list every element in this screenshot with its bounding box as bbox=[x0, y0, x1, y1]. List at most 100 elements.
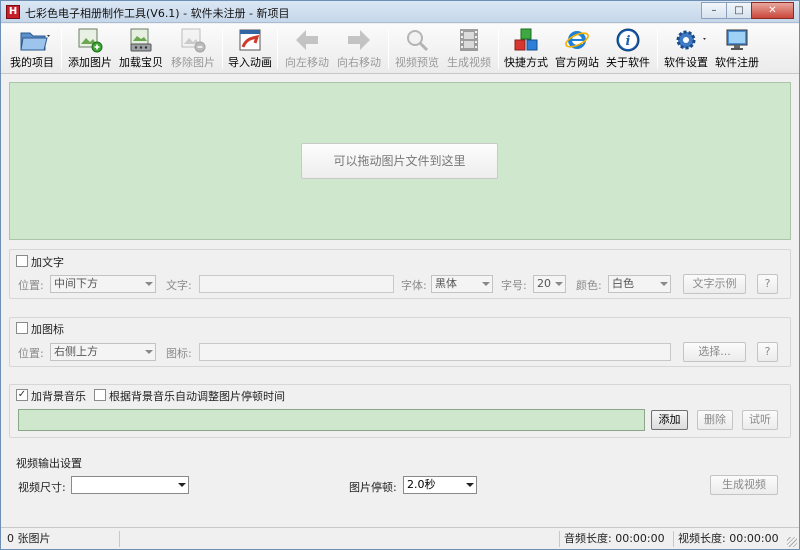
load-treasure-icon bbox=[128, 27, 154, 53]
folder-icon bbox=[19, 27, 50, 53]
font-size-select[interactable]: 20 bbox=[533, 275, 566, 293]
import-animation-label: 导入动画 bbox=[228, 56, 272, 69]
toolbar-separator bbox=[222, 29, 223, 69]
shortcut-button[interactable]: 快捷方式 bbox=[503, 27, 549, 73]
chevron-down-icon bbox=[555, 282, 563, 286]
settings-label: 软件设置 bbox=[664, 56, 708, 69]
app-icon[interactable]: H bbox=[6, 5, 20, 19]
color-select[interactable]: 白色 bbox=[608, 275, 671, 293]
icon-path-label: 图标: bbox=[166, 347, 192, 360]
icon-help-button[interactable]: ? bbox=[757, 342, 778, 362]
app-window: H 七彩色电子相册制作工具(V6.1) - 软件未注册 - 新项目 – □ ✕ … bbox=[0, 0, 800, 550]
add-icon-label: 加图标 bbox=[31, 323, 64, 336]
drop-hint-button[interactable]: 可以拖动图片文件到这里 bbox=[301, 143, 498, 179]
gear-icon bbox=[673, 27, 706, 53]
chevron-down-icon bbox=[145, 282, 153, 286]
toolbar-separator bbox=[388, 29, 389, 69]
icon-position-label: 位置: bbox=[18, 347, 44, 360]
image-count-status: 0 张图片 bbox=[7, 532, 51, 545]
official-site-button[interactable]: 官方网站 bbox=[554, 27, 600, 73]
text-position-label: 位置: bbox=[18, 279, 44, 292]
svg-text:i: i bbox=[626, 34, 631, 49]
auto-adjust-label: 根据背景音乐自动调整图片停顿时间 bbox=[109, 390, 285, 403]
maximize-button[interactable]: □ bbox=[726, 2, 752, 19]
window-title: 七彩色电子相册制作工具(V6.1) - 软件未注册 - 新项目 bbox=[25, 7, 290, 20]
shortcut-label: 快捷方式 bbox=[504, 56, 548, 69]
text-position-select[interactable]: 中间下方 bbox=[50, 275, 156, 293]
official-site-label: 官方网站 bbox=[555, 56, 599, 69]
add-text-label: 加文字 bbox=[31, 256, 64, 269]
register-label: 软件注册 bbox=[715, 56, 759, 69]
toolbar-separator bbox=[657, 29, 658, 69]
generate-video-toolbar-label: 生成视频 bbox=[447, 56, 491, 69]
font-select[interactable]: 黑体 bbox=[431, 275, 493, 293]
add-music-button[interactable]: 添加 bbox=[651, 410, 688, 430]
remove-image-label: 移除图片 bbox=[171, 56, 215, 69]
about-button[interactable]: i 关于软件 bbox=[605, 27, 651, 73]
image-pause-label: 图片停顿: bbox=[349, 481, 397, 494]
color-label: 颜色: bbox=[576, 279, 602, 292]
listen-music-button[interactable]: 试听 bbox=[742, 410, 778, 430]
move-left-button[interactable]: 向左移动 bbox=[283, 27, 331, 73]
window-controls: – □ ✕ bbox=[701, 2, 794, 19]
add-image-label: 添加图片 bbox=[68, 56, 112, 69]
my-project-button[interactable]: 我的项目 bbox=[7, 27, 57, 73]
toolbar-separator bbox=[61, 29, 62, 69]
font-size-label: 字号: bbox=[501, 279, 527, 292]
minimize-button[interactable]: – bbox=[701, 2, 727, 19]
text-content-input[interactable] bbox=[199, 275, 394, 293]
font-size-value: 20 bbox=[537, 277, 551, 290]
add-image-button[interactable]: 添加图片 bbox=[67, 27, 113, 73]
arrow-left-icon bbox=[294, 27, 320, 53]
video-size-label: 视频尺寸: bbox=[18, 481, 66, 494]
toolbar-separator bbox=[498, 29, 499, 69]
status-spacer bbox=[119, 531, 559, 547]
icon-position-select[interactable]: 右侧上方 bbox=[50, 343, 156, 361]
settings-button[interactable]: 软件设置 bbox=[662, 27, 710, 73]
output-settings-title: 视频输出设置 bbox=[16, 457, 82, 470]
image-pause-select[interactable]: 2.0秒 bbox=[403, 476, 477, 494]
add-image-icon bbox=[77, 27, 103, 53]
text-position-value: 中间下方 bbox=[54, 277, 98, 290]
chevron-down-icon bbox=[482, 282, 490, 286]
icon-select-button[interactable]: 选择... bbox=[683, 342, 746, 362]
generate-video-toolbar-button[interactable]: 生成视频 bbox=[445, 27, 493, 73]
auto-adjust-checkbox[interactable] bbox=[94, 389, 106, 401]
my-project-label: 我的项目 bbox=[10, 56, 54, 69]
text-sample-button[interactable]: 文字示例 bbox=[683, 274, 746, 294]
film-icon bbox=[456, 27, 482, 53]
load-treasure-button[interactable]: 加载宝贝 bbox=[117, 27, 165, 73]
remove-image-button[interactable]: 移除图片 bbox=[169, 27, 217, 73]
monitor-icon bbox=[724, 27, 750, 53]
text-help-button[interactable]: ? bbox=[757, 274, 778, 294]
video-size-select[interactable] bbox=[71, 476, 189, 494]
status-bar: 0 张图片 音频长度: 00:00:00 视频长度: 00:00:00 bbox=[1, 527, 799, 549]
bg-music-checkbox[interactable]: ✓ bbox=[16, 389, 28, 401]
toolbar: 我的项目 添加图片 加载宝贝 移除图片 导入动画 向左移动 向右移动 视频预览 … bbox=[1, 24, 799, 74]
ie-browser-icon bbox=[564, 27, 590, 53]
add-text-checkbox[interactable] bbox=[16, 255, 28, 267]
video-preview-button[interactable]: 视频预览 bbox=[393, 27, 441, 73]
icon-position-value: 右侧上方 bbox=[54, 345, 98, 358]
move-left-label: 向左移动 bbox=[285, 56, 329, 69]
music-file-input[interactable] bbox=[18, 409, 645, 431]
cubes-icon bbox=[513, 27, 539, 53]
register-button[interactable]: 软件注册 bbox=[714, 27, 760, 73]
load-treasure-label: 加载宝贝 bbox=[119, 56, 163, 69]
font-label: 字体: bbox=[401, 279, 427, 292]
resize-grip-icon[interactable] bbox=[787, 537, 797, 547]
arrow-right-icon bbox=[346, 27, 372, 53]
close-button[interactable]: ✕ bbox=[751, 2, 794, 19]
add-icon-checkbox[interactable] bbox=[16, 322, 28, 334]
icon-path-input[interactable] bbox=[199, 343, 671, 361]
delete-music-button[interactable]: 删除 bbox=[697, 410, 733, 430]
generate-video-button[interactable]: 生成视频 bbox=[710, 475, 778, 495]
title-bar[interactable]: H 七彩色电子相册制作工具(V6.1) - 软件未注册 - 新项目 – □ ✕ bbox=[1, 1, 799, 23]
info-icon: i bbox=[615, 27, 641, 53]
image-pause-value: 2.0秒 bbox=[407, 478, 436, 491]
import-animation-icon bbox=[237, 27, 263, 53]
move-right-button[interactable]: 向右移动 bbox=[335, 27, 383, 73]
chevron-down-icon bbox=[660, 282, 668, 286]
import-animation-button[interactable]: 导入动画 bbox=[227, 27, 273, 73]
chevron-down-icon bbox=[178, 483, 186, 487]
